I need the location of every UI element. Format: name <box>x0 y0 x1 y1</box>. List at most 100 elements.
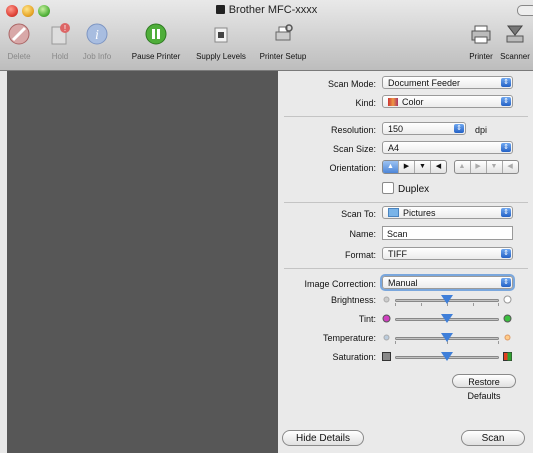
delete-label: Delete <box>7 52 31 61</box>
scan-size-row: Scan Size: A4 ⇕ <box>278 141 533 157</box>
slider-thumb[interactable] <box>441 295 453 304</box>
slider-thumb[interactable] <box>441 333 453 342</box>
orientation-row: Orientation: ▲ ▶ ▼ ◀ ▲ ▶ ▼ ◀ <box>278 160 533 176</box>
toolbar-toggle-button[interactable] <box>517 5 533 16</box>
color-saturation-icon <box>503 352 512 361</box>
job-info-label: Job Info <box>82 52 112 61</box>
resolution-popup[interactable]: 150 ⇕ <box>382 122 466 135</box>
pause-printer-label: Pause Printer <box>131 52 181 61</box>
back-orientation-up-icon[interactable]: ▲ <box>455 161 471 173</box>
slider-thumb[interactable] <box>441 314 453 323</box>
scan-preview-area[interactable] <box>7 71 278 453</box>
window-title: Brother MFC-xxxx <box>228 4 318 16</box>
titlebar: Brother MFC-xxxx Delete ! Hold i Job Inf… <box>0 0 533 71</box>
scan-details-panel: Scan Mode: Document Feeder ⇕ Kind: Color ⇕… <box>278 71 533 453</box>
delete-button[interactable]: Delete <box>4 22 34 61</box>
popup-arrows-icon: ⇕ <box>501 249 511 258</box>
temperature-label: Temperature: <box>322 333 376 343</box>
name-value: Scan <box>387 229 408 239</box>
hold-label: Hold <box>51 52 69 61</box>
back-orientation-right-icon[interactable]: ▶ <box>471 161 487 173</box>
printer-setup-button[interactable]: Printer Setup <box>256 22 310 61</box>
scan-size-popup[interactable]: A4 ⇕ <box>382 141 513 154</box>
color-swatch-icon <box>388 98 398 106</box>
dim-sun-icon <box>383 296 390 303</box>
brightness-label: Brightness: <box>330 295 376 305</box>
duplex-label: Duplex <box>398 184 430 195</box>
tint-slider[interactable] <box>382 311 512 327</box>
scan-to-value: Pictures <box>403 208 436 218</box>
image-correction-row: Image Correction: Manual ⇕ <box>278 276 533 292</box>
divider <box>284 268 528 269</box>
saturation-slider[interactable] <box>382 349 512 365</box>
format-row: Format: TIFF ⇕ <box>278 247 533 263</box>
kind-row: Kind: Color ⇕ <box>278 95 533 111</box>
tint-row: Tint: <box>278 311 533 327</box>
ink-cartridge-icon <box>214 27 228 43</box>
scanner-window: Brother MFC-xxxx Delete ! Hold i Job Inf… <box>0 0 533 453</box>
resolution-row: Resolution: 150 ⇕ dpi <box>278 122 533 138</box>
printer-tab-label: Printer <box>469 52 493 61</box>
divider <box>284 116 528 117</box>
format-popup[interactable]: TIFF ⇕ <box>382 247 513 260</box>
supply-levels-button[interactable]: Supply Levels <box>192 22 250 61</box>
hold-button[interactable]: ! Hold <box>48 22 72 61</box>
scanner-tab-button[interactable]: Scanner <box>498 22 532 61</box>
name-row: Name: Scan <box>278 226 533 242</box>
printer-tab-button[interactable]: Printer <box>466 22 496 61</box>
back-orientation-down-icon[interactable]: ▼ <box>487 161 503 173</box>
format-label: Format: <box>344 250 376 260</box>
hide-details-button[interactable]: Hide Details <box>282 430 364 446</box>
window-title-container: Brother MFC-xxxx <box>0 4 533 16</box>
scan-mode-label: Scan Mode: <box>327 79 376 89</box>
pause-icon <box>145 23 167 45</box>
job-info-button[interactable]: i Job Info <box>80 22 114 61</box>
magenta-dot-icon <box>382 314 391 323</box>
duplex-checkbox[interactable]: Duplex <box>382 182 429 195</box>
image-correction-popup[interactable]: Manual ⇕ <box>382 276 513 289</box>
kind-popup[interactable]: Color ⇕ <box>382 95 513 108</box>
popup-arrows-icon: ⇕ <box>501 97 511 106</box>
orientation-up-icon[interactable]: ▲ <box>383 161 399 173</box>
pause-printer-button[interactable]: Pause Printer <box>131 22 181 61</box>
scanner-icon <box>506 25 524 43</box>
slider-thumb[interactable] <box>441 352 453 361</box>
saturation-label: Saturation: <box>332 352 376 362</box>
tint-label: Tint: <box>358 314 376 324</box>
restore-defaults-button[interactable]: Restore Defaults <box>452 374 516 401</box>
scan-size-value: A4 <box>388 143 400 153</box>
printer-small-icon <box>215 5 225 14</box>
scan-to-popup[interactable]: Pictures ⇕ <box>382 206 513 219</box>
kind-label: Kind: <box>355 98 376 108</box>
scan-to-row: Scan To: Pictures ⇕ <box>278 206 533 222</box>
divider <box>284 202 528 203</box>
svg-text:!: ! <box>64 24 66 33</box>
scan-button[interactable]: Scan <box>461 430 525 446</box>
duplex-row: Duplex <box>278 181 533 197</box>
supply-levels-label: Supply Levels <box>196 52 246 61</box>
temperature-slider[interactable] <box>382 330 512 346</box>
orientation-segmented-front: ▲ ▶ ▼ ◀ <box>382 160 447 174</box>
popup-arrows-icon: ⇕ <box>501 143 511 152</box>
popup-arrows-icon: ⇕ <box>454 124 464 133</box>
printer-icon <box>471 25 491 44</box>
brightness-slider[interactable] <box>382 292 512 308</box>
scan-mode-popup[interactable]: Document Feeder ⇕ <box>382 76 513 89</box>
saturation-row: Saturation: <box>278 349 533 365</box>
orientation-left-icon[interactable]: ◀ <box>431 161 446 173</box>
printer-setup-icon <box>275 24 293 41</box>
popup-arrows-icon: ⇕ <box>501 208 511 217</box>
orientation-right-icon[interactable]: ▶ <box>399 161 415 173</box>
orientation-down-icon[interactable]: ▼ <box>415 161 431 173</box>
scan-mode-value: Document Feeder <box>388 78 461 88</box>
popup-arrows-icon: ⇕ <box>501 78 511 87</box>
checkbox-icon <box>382 182 394 194</box>
scan-size-label: Scan Size: <box>332 144 376 154</box>
info-icon: i <box>86 23 108 45</box>
cool-icon <box>383 334 390 341</box>
dpi-label: dpi <box>475 125 488 135</box>
resolution-value: 150 <box>388 124 404 134</box>
back-orientation-left-icon[interactable]: ◀ <box>503 161 518 173</box>
name-field[interactable]: Scan <box>382 226 513 240</box>
scan-to-label: Scan To: <box>341 209 376 219</box>
